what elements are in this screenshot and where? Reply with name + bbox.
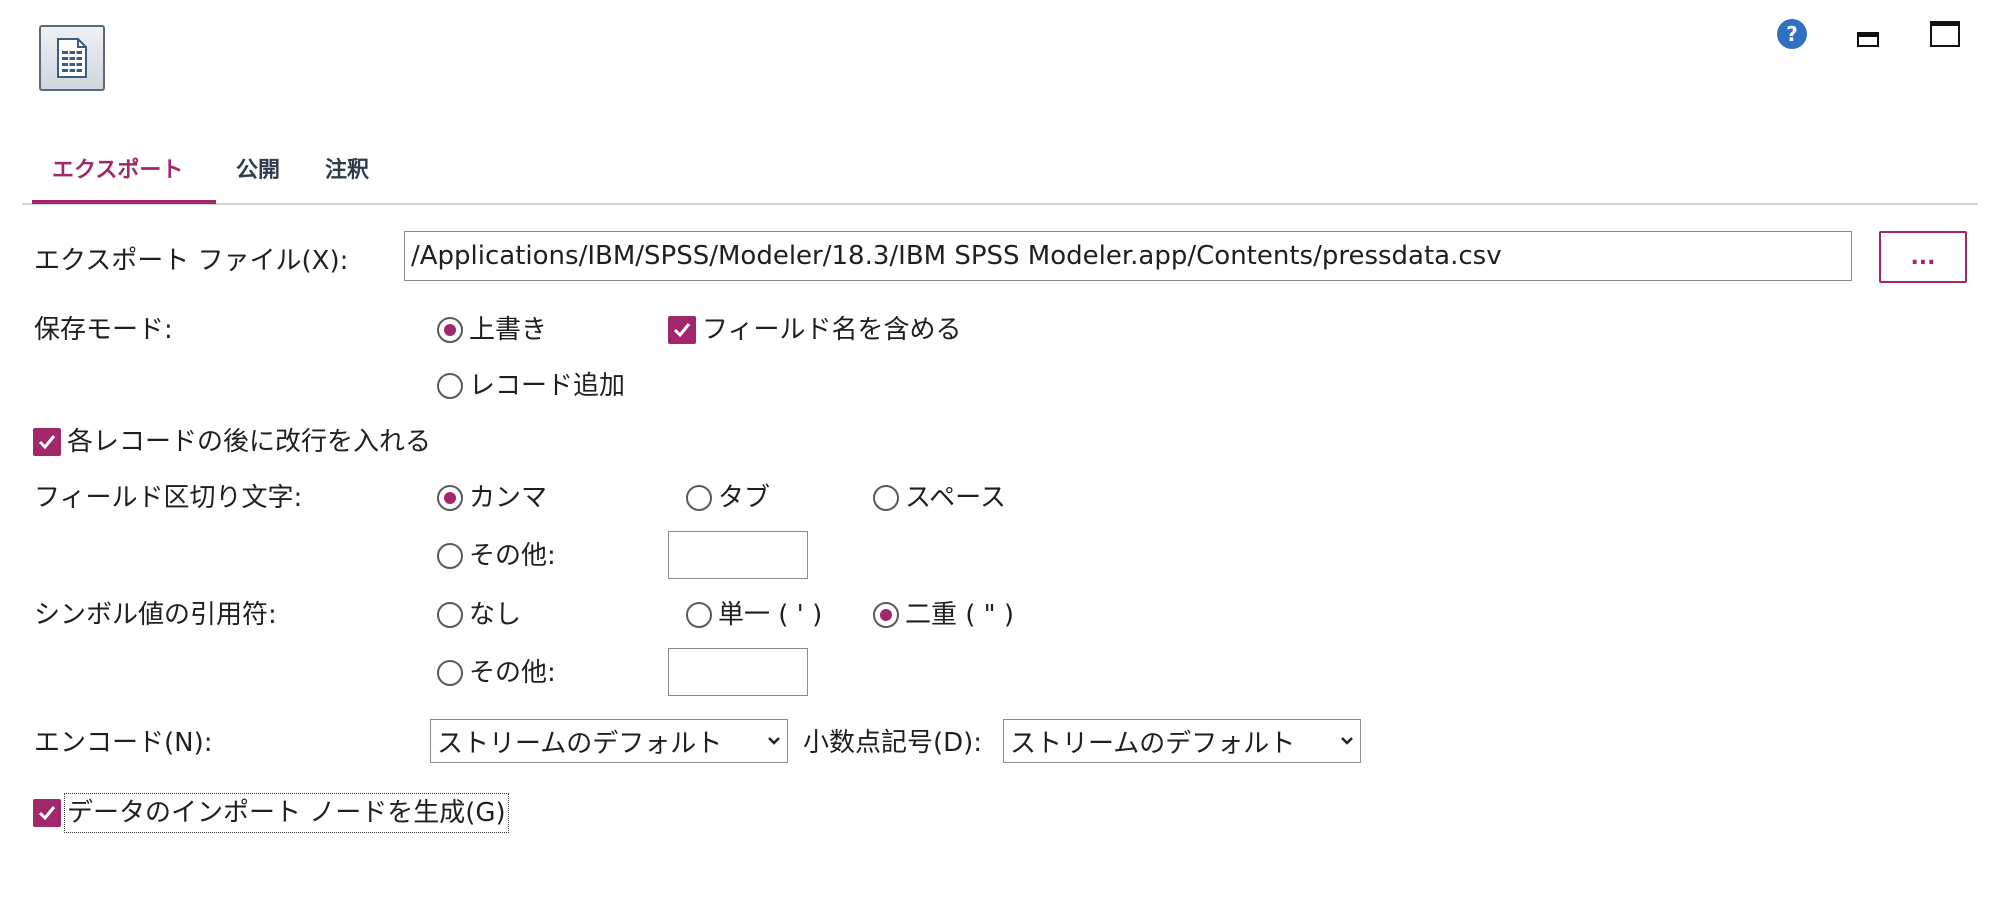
- radio-quotes-single-label: 単一 ( ' ): [718, 600, 823, 630]
- quotes-label: シンボル値の引用符:: [34, 600, 277, 630]
- decimal-symbol-select-value: ストリームのデフォルト: [1010, 728, 1296, 759]
- radio-quotes-double-label: 二重 ( " ): [905, 600, 1015, 630]
- export-file-label: エクスポート ファイル(X):: [34, 246, 349, 276]
- radio-overwrite[interactable]: 上書き: [437, 313, 547, 347]
- browse-button[interactable]: ...: [1879, 231, 1967, 283]
- radio-delimiter-tab-label: タブ: [718, 483, 771, 513]
- chevron-down-icon: [1340, 736, 1354, 746]
- radio-quotes-single[interactable]: 単一 ( ' ): [686, 598, 822, 632]
- checkbox-generate-import-indicator: [33, 799, 61, 827]
- radio-append-label: レコード追加: [469, 371, 626, 401]
- active-tab-indicator: [32, 200, 216, 204]
- radio-quotes-none[interactable]: なし: [437, 598, 521, 632]
- save-mode-label: 保存モード:: [34, 315, 173, 345]
- radio-delimiter-other-indicator: [437, 543, 463, 569]
- checkbox-include-field-names[interactable]: フィールド名を含める: [668, 313, 961, 347]
- svg-text:?: ?: [1786, 22, 1798, 46]
- minimize-icon[interactable]: [1856, 28, 1880, 50]
- checkmark-icon: [38, 435, 56, 450]
- radio-overwrite-label: 上書き: [469, 315, 548, 345]
- quotes-other-input[interactable]: [668, 648, 808, 696]
- radio-overwrite-indicator: [437, 317, 463, 343]
- radio-delimiter-tab-indicator: [686, 485, 712, 511]
- help-icon[interactable]: ?: [1776, 18, 1808, 50]
- field-delimiter-label: フィールド区切り文字:: [34, 483, 303, 513]
- radio-delimiter-space-label: スペース: [905, 483, 1006, 513]
- radio-quotes-other[interactable]: その他:: [437, 656, 556, 690]
- tab-divider: [22, 203, 1978, 205]
- checkbox-newline-indicator: [33, 428, 61, 456]
- encoding-label: エンコード(N):: [34, 728, 213, 758]
- radio-append[interactable]: レコード追加: [437, 369, 625, 403]
- radio-delimiter-tab[interactable]: タブ: [686, 481, 770, 515]
- radio-delimiter-space[interactable]: スペース: [873, 481, 1006, 515]
- export-file-node-icon: [39, 25, 105, 91]
- encoding-select-value: ストリームのデフォルト: [437, 728, 723, 759]
- tab-publish[interactable]: 公開: [236, 155, 280, 203]
- radio-delimiter-comma-label: カンマ: [469, 483, 548, 513]
- radio-quotes-single-indicator: [686, 602, 712, 628]
- checkbox-newline-after-record[interactable]: 各レコードの後に改行を入れる: [33, 425, 431, 459]
- radio-delimiter-comma[interactable]: カンマ: [437, 481, 547, 515]
- radio-quotes-other-label: その他:: [469, 658, 556, 688]
- decimal-symbol-label: 小数点記号(D):: [803, 728, 983, 758]
- decimal-symbol-select[interactable]: ストリームのデフォルト: [1003, 719, 1361, 763]
- tab-annotations[interactable]: 注釈: [325, 155, 369, 203]
- radio-append-indicator: [437, 373, 463, 399]
- encoding-select[interactable]: ストリームのデフォルト: [430, 719, 788, 763]
- radio-delimiter-other-label: その他:: [469, 541, 556, 571]
- radio-quotes-other-indicator: [437, 660, 463, 686]
- radio-quotes-none-indicator: [437, 602, 463, 628]
- radio-quotes-double[interactable]: 二重 ( " ): [873, 598, 1014, 632]
- checkmark-icon: [673, 323, 691, 338]
- checkbox-generate-import-node[interactable]: データのインポート ノードを生成(G): [33, 793, 509, 833]
- checkbox-generate-import-label: データのインポート ノードを生成(G): [64, 793, 509, 833]
- radio-quotes-double-indicator: [873, 602, 899, 628]
- radio-delimiter-space-indicator: [873, 485, 899, 511]
- radio-delimiter-other[interactable]: その他:: [437, 539, 556, 573]
- radio-quotes-none-label: なし: [469, 600, 522, 630]
- chevron-down-icon: [767, 736, 781, 746]
- radio-delimiter-comma-indicator: [437, 485, 463, 511]
- checkmark-icon: [38, 806, 56, 821]
- delimiter-other-input[interactable]: [668, 531, 808, 579]
- maximize-icon[interactable]: [1930, 20, 1960, 48]
- checkbox-include-field-names-indicator: [668, 316, 696, 344]
- checkbox-newline-label: 各レコードの後に改行を入れる: [67, 427, 432, 457]
- tab-export[interactable]: エクスポート: [52, 155, 183, 203]
- export-file-path-input[interactable]: [404, 231, 1852, 281]
- checkbox-include-field-names-label: フィールド名を含める: [702, 315, 962, 345]
- browse-button-label: ...: [1910, 244, 1936, 270]
